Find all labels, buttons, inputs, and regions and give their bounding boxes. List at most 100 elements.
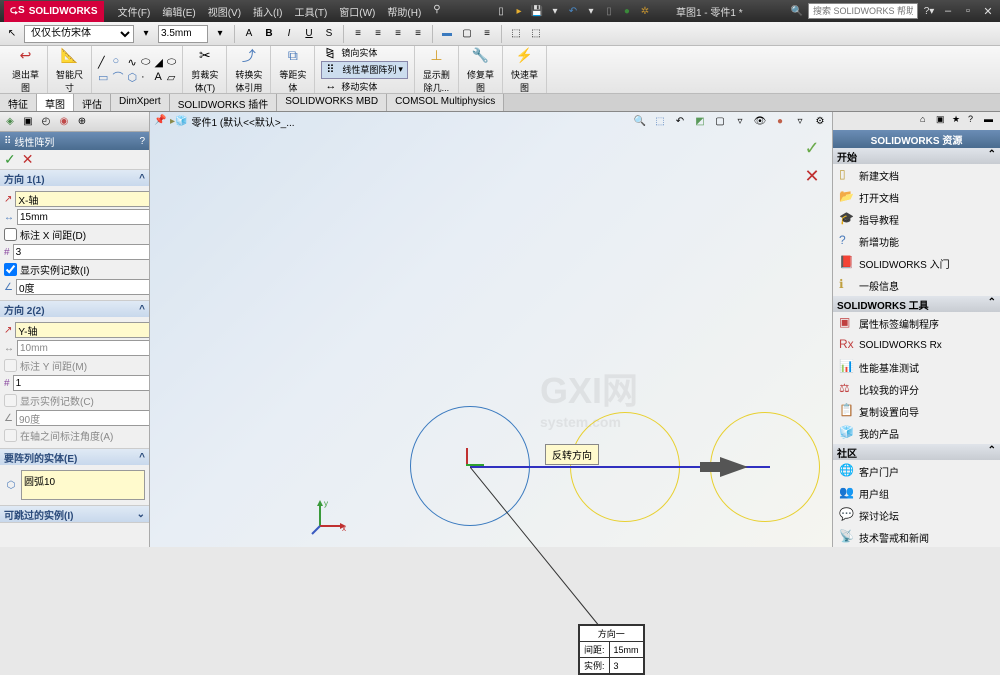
display-style-icon[interactable]: ▿ — [732, 113, 748, 129]
align-left-icon[interactable]: ≡ — [350, 26, 366, 42]
general-info-link[interactable]: ℹ一般信息 — [833, 274, 1000, 296]
tab-comsol[interactable]: COMSOL Multiphysics — [387, 94, 504, 111]
weight-icon[interactable]: ≡ — [479, 26, 495, 42]
help-dropdown-icon[interactable]: ?▾ — [922, 4, 936, 18]
start-section-header[interactable]: 开始⌃ — [833, 148, 1000, 164]
pin-icon[interactable]: 📌 — [154, 115, 166, 127]
dir1-axis-input[interactable] — [15, 191, 150, 207]
arc-icon[interactable]: ⌒ — [112, 69, 123, 85]
mirror-button[interactable]: ⧎镜向实体 — [321, 45, 381, 61]
layer-icon[interactable]: ▢ — [459, 26, 475, 42]
tab-mbd[interactable]: SOLIDWORKS MBD — [277, 94, 387, 111]
show-count1-check[interactable] — [4, 263, 17, 276]
circle-icon[interactable]: ○ — [112, 55, 123, 67]
whats-new-link[interactable]: ?新增功能 — [833, 230, 1000, 252]
minimize-icon[interactable]: ‒ — [940, 4, 956, 18]
slot-icon[interactable]: ⬭ — [167, 56, 176, 69]
reference-triad[interactable]: y x — [310, 496, 350, 539]
align-right-icon[interactable]: ≡ — [390, 26, 406, 42]
new-icon[interactable]: ▯ — [494, 4, 508, 18]
scene-icon[interactable]: ▿ — [792, 113, 808, 129]
tutorials-link[interactable]: 🎓指导教程 — [833, 208, 1000, 230]
forum-link[interactable]: 💬探讨论坛 — [833, 504, 1000, 526]
point-icon[interactable]: · — [141, 71, 150, 83]
tp-tab1-icon[interactable]: ⌂ — [920, 114, 934, 128]
menu-file[interactable]: 文件(F) — [112, 2, 157, 21]
redo-icon[interactable]: ▾ — [584, 4, 598, 18]
plane-icon[interactable]: ▱ — [167, 71, 176, 84]
font-style-select[interactable]: 仅仅长仿宋体 — [24, 25, 134, 43]
search-icon[interactable]: 🔍 — [790, 4, 804, 18]
property-tab-link[interactable]: ▣属性标签编制程序 — [833, 312, 1000, 334]
align-justify-icon[interactable]: ≡ — [410, 26, 426, 42]
skip-header[interactable]: 可跳过的实例(I)⌄ — [0, 506, 149, 522]
hide-show-icon[interactable]: 👁 — [752, 113, 768, 129]
ok-icon[interactable]: ✓ — [4, 151, 16, 168]
benchmark-link[interactable]: 📊性能基准测试 — [833, 356, 1000, 378]
dir2-axis-input[interactable] — [15, 322, 150, 338]
view-settings-icon[interactable]: ⚙ — [812, 113, 828, 129]
misc1-icon[interactable]: ⬚ — [508, 26, 524, 42]
menu-tools[interactable]: 工具(T) — [289, 2, 334, 21]
close-icon[interactable]: ✕ — [980, 4, 996, 18]
community-section-header[interactable]: 社区⌃ — [833, 444, 1000, 460]
tp-tab3-icon[interactable]: ★ — [952, 114, 966, 128]
misc2-icon[interactable]: ⬚ — [528, 26, 544, 42]
new-document-link[interactable]: ▯新建文档 — [833, 164, 1000, 186]
fillet-icon[interactable]: ◢ — [154, 56, 162, 69]
dir1-count-input[interactable] — [13, 244, 150, 260]
undo-icon[interactable]: ↶ — [566, 4, 580, 18]
repair-button[interactable]: 🔧 修复草 图 — [465, 44, 496, 96]
getting-started-link[interactable]: 📕SOLIDWORKS 入门 — [833, 252, 1000, 274]
confirm-corner-ok-icon[interactable]: ✓ — [800, 136, 824, 160]
bold-icon[interactable]: B — [261, 26, 277, 42]
offset-button[interactable]: ⧉ 等距实 体 — [277, 44, 308, 96]
copy-settings-link[interactable]: 📋复制设置向导 — [833, 400, 1000, 422]
menu-window[interactable]: 窗口(W) — [333, 2, 381, 21]
line-icon[interactable]: ╱ — [98, 56, 108, 69]
exit-sketch-button[interactable]: ↩ 退出草 图 — [10, 44, 41, 96]
section-icon[interactable]: ◩ — [692, 113, 708, 129]
tp-tab4-icon[interactable]: ? — [968, 114, 982, 128]
news-link[interactable]: 📡技术警戒和新闻 — [833, 526, 1000, 547]
dim-x-spacing-check[interactable] — [4, 228, 17, 241]
menu-view[interactable]: 视图(V) — [202, 2, 247, 21]
tools-section-header[interactable]: SOLIDWORKS 工具⌃ — [833, 296, 1000, 312]
tab-features[interactable]: 特征 — [0, 94, 37, 111]
dir1-spacing-input[interactable] — [17, 209, 150, 225]
ellipse-icon[interactable]: ⬭ — [141, 56, 150, 69]
dimension-input[interactable] — [158, 25, 208, 43]
direction1-header[interactable]: 方向 1(1)^ — [0, 170, 149, 186]
tab-addins[interactable]: SOLIDWORKS 插件 — [170, 94, 278, 111]
color-icon[interactable]: ▬ — [439, 26, 455, 42]
flyout-tree-icon[interactable]: ▸🧊 — [170, 116, 187, 127]
menu-insert[interactable]: 插入(I) — [247, 2, 288, 21]
move-button[interactable]: ↔移动实体 — [321, 79, 381, 95]
dir1-angle-input[interactable] — [16, 279, 150, 295]
strike-icon[interactable]: S — [321, 26, 337, 42]
text-icon[interactable]: A — [154, 71, 162, 83]
tab-sketch[interactable]: 草图 — [37, 94, 74, 111]
prev-view-icon[interactable]: ↶ — [672, 113, 688, 129]
tab-evaluate[interactable]: 评估 — [74, 94, 111, 111]
confirm-corner-cancel-icon[interactable]: ✕ — [800, 164, 824, 188]
open-document-link[interactable]: 📂打开文档 — [833, 186, 1000, 208]
quick-button[interactable]: ⚡ 快速草 图 — [509, 44, 540, 96]
compare-score-link[interactable]: ⚖比较我的评分 — [833, 378, 1000, 400]
italic-icon[interactable]: I — [281, 26, 297, 42]
user-group-link[interactable]: 👥用户组 — [833, 482, 1000, 504]
tab-dimxpert[interactable]: DimXpert — [111, 94, 170, 111]
direction2-header[interactable]: 方向 2(2)^ — [0, 301, 149, 317]
dir2-count-input[interactable] — [13, 375, 150, 391]
cursor-icon[interactable]: ↖ — [4, 26, 20, 42]
trim-button[interactable]: ✂ 剪裁实 体(T) — [189, 44, 220, 96]
graphics-area[interactable]: 📌 ▸🧊 零件1 (默认<<默认>_... 🔍 ⬚ ↶ ◩ ▢ ▿ 👁 ● ▿ … — [150, 112, 832, 547]
menu-edit[interactable]: 编辑(E) — [156, 2, 201, 21]
polygon-icon[interactable]: ⬡ — [127, 71, 137, 84]
style-a-icon[interactable]: A — [241, 26, 257, 42]
restore-icon[interactable]: ▫ — [960, 4, 976, 18]
font-dropdown[interactable]: ▾ — [138, 26, 154, 42]
tp-close-icon[interactable]: ▬ — [984, 114, 998, 128]
pattern-button[interactable]: ⠿线性草图阵列▾ — [321, 61, 408, 79]
my-products-link[interactable]: 🧊我的产品 — [833, 422, 1000, 444]
